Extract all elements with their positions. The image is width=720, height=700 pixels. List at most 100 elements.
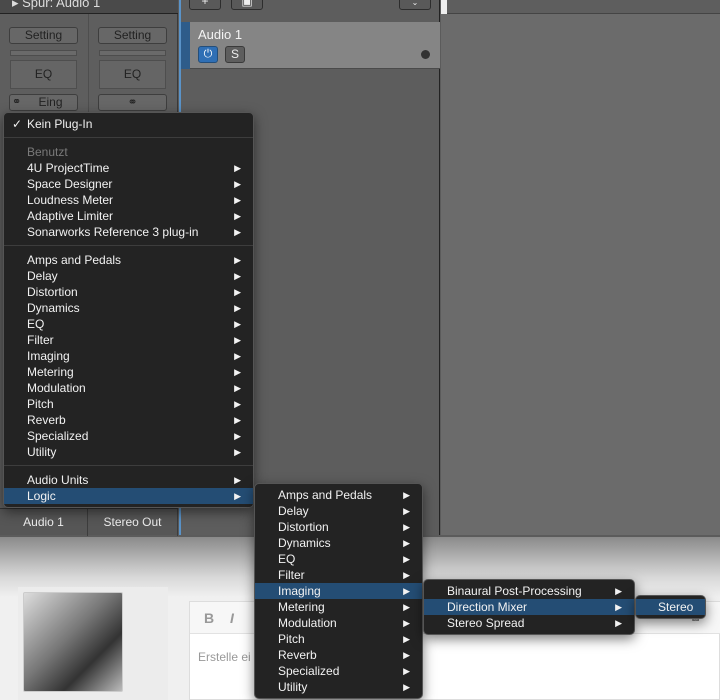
menu-item-pitch[interactable]: Pitch ▶ — [255, 631, 422, 647]
menu-item-modulation[interactable]: Modulation ▶ — [255, 615, 422, 631]
menu-item-label: Utility — [27, 445, 57, 459]
menu-item-eq[interactable]: EQ ▶ — [255, 551, 422, 567]
submenu-arrow-icon: ▶ — [234, 447, 241, 457]
gain-bar[interactable] — [99, 50, 166, 56]
menu-item-dynamics[interactable]: Dynamics ▶ — [4, 300, 253, 316]
submenu-arrow-icon: ▶ — [234, 367, 241, 377]
channel-strip-audio1: Setting EQ ⚭ Eing — [0, 14, 88, 114]
eq-button[interactable]: EQ — [10, 60, 77, 89]
menu-item-space-designer[interactable]: Space Designer ▶ — [4, 176, 253, 192]
solo-button[interactable]: S — [225, 46, 245, 63]
submenu-arrow-icon: ▶ — [403, 506, 410, 516]
bold-button[interactable]: B — [204, 610, 214, 626]
submenu-arrow-icon: ▶ — [403, 522, 410, 532]
submenu-arrow-icon: ▶ — [234, 399, 241, 409]
menu-item-imaging[interactable]: Imaging ▶ — [4, 348, 253, 364]
menu-item-distortion[interactable]: Distortion ▶ — [4, 284, 253, 300]
menu-item-label: Dynamics — [278, 536, 331, 550]
menu-item-label: Modulation — [278, 616, 337, 630]
menu-item-metering[interactable]: Metering ▶ — [255, 599, 422, 615]
menu-item-direction-mixer[interactable]: Direction Mixer ▶ — [424, 599, 634, 615]
menu-item-delay[interactable]: Delay ▶ — [4, 268, 253, 284]
menu-item-logic[interactable]: Logic ▶ — [4, 488, 253, 504]
menu-item-dynamics[interactable]: Dynamics ▶ — [255, 535, 422, 551]
submenu-arrow-icon: ▶ — [234, 195, 241, 205]
menu-item-label: Adaptive Limiter — [27, 209, 114, 223]
submenu-arrow-icon: ▶ — [403, 586, 410, 596]
menu-item-label: Delay — [278, 504, 309, 518]
menu-item-label: Amps and Pedals — [27, 253, 122, 267]
menu-item-imaging[interactable]: Imaging ▶ — [255, 583, 422, 599]
tab-stereo-out[interactable]: Stereo Out — [88, 509, 178, 536]
menu-item-label: Distortion — [278, 520, 329, 534]
menu-item-filter[interactable]: Filter ▶ — [4, 332, 253, 348]
menu-item-reverb[interactable]: Reverb ▶ — [4, 412, 253, 428]
separator — [4, 240, 253, 252]
menu-item-modulation[interactable]: Modulation ▶ — [4, 380, 253, 396]
imaging-submenu: Binaural Post-Processing ▶ Direction Mixer… — [423, 579, 635, 635]
menu-item-stereo-spread[interactable]: Stereo Spread ▶ — [424, 615, 634, 631]
inspector-header[interactable]: ▸ Spur: Audio 1 — [0, 0, 178, 14]
menu-item-4u-projecttime[interactable]: 4U ProjectTime ▶ — [4, 160, 253, 176]
setting-button[interactable]: Setting — [9, 27, 78, 44]
playhead-icon[interactable] — [441, 0, 447, 14]
input-button[interactable]: ⚭ — [98, 94, 167, 111]
submenu-arrow-icon: ▶ — [234, 211, 241, 221]
track-row[interactable]: Audio 1 ⏻ S — [181, 22, 440, 69]
add-track-button[interactable]: + — [189, 0, 221, 10]
menu-item-binaural-post-processing[interactable]: Binaural Post-Processing ▶ — [424, 583, 634, 599]
menu-item-pitch[interactable]: Pitch ▶ — [4, 396, 253, 412]
menu-item-delay[interactable]: Delay ▶ — [255, 503, 422, 519]
menu-item-label: Pitch — [278, 632, 305, 646]
gain-bar[interactable] — [10, 50, 77, 56]
track-name[interactable]: Audio 1 — [198, 27, 242, 42]
submenu-arrow-icon: ▶ — [403, 570, 410, 580]
track-options-button[interactable]: ⌄ — [399, 0, 431, 10]
submenu-arrow-icon: ▶ — [234, 271, 241, 281]
menu-item-utility[interactable]: Utility ▶ — [4, 444, 253, 460]
menu-item-adaptive-limiter[interactable]: Adaptive Limiter ▶ — [4, 208, 253, 224]
timeline[interactable] — [441, 0, 720, 535]
menu-item-label: Direction Mixer — [447, 600, 528, 614]
italic-button[interactable]: I — [230, 610, 234, 626]
submenu-arrow-icon: ▶ — [234, 287, 241, 297]
setting-button[interactable]: Setting — [98, 27, 167, 44]
plus-icon: + — [201, 0, 209, 8]
menu-item-loudness-meter[interactable]: Loudness Meter ▶ — [4, 192, 253, 208]
menu-item-label: Distortion — [27, 285, 78, 299]
ruler[interactable] — [441, 0, 720, 14]
submenu-arrow-icon: ▶ — [615, 602, 622, 612]
submenu-arrow-icon: ▶ — [234, 255, 241, 265]
menu-item-specialized[interactable]: Specialized ▶ — [4, 428, 253, 444]
menu-item-audio-units[interactable]: Audio Units ▶ — [4, 472, 253, 488]
menu-item-specialized[interactable]: Specialized ▶ — [255, 663, 422, 679]
submenu-arrow-icon: ▶ — [234, 303, 241, 313]
menu-item-no-plugin[interactable]: ✓ Kein Plug-In — [4, 116, 253, 132]
menu-item-stereo[interactable]: Stereo — [636, 599, 705, 615]
menu-item-eq[interactable]: EQ ▶ — [4, 316, 253, 332]
menu-item-label: Binaural Post-Processing — [447, 584, 582, 598]
menu-item-label: Pitch — [27, 397, 54, 411]
submenu-arrow-icon: ▶ — [615, 586, 622, 596]
submenu-arrow-icon: ▶ — [403, 538, 410, 548]
submenu-arrow-icon: ▶ — [234, 475, 241, 485]
menu-item-utility[interactable]: Utility ▶ — [255, 679, 422, 695]
input-button[interactable]: ⚭ Eing — [9, 94, 78, 111]
checkmark-icon: ✓ — [12, 117, 23, 131]
menu-item-sonarworks-reference-3-plug-in[interactable]: Sonarworks Reference 3 plug-in ▶ — [4, 224, 253, 240]
submenu-arrow-icon: ▶ — [403, 618, 410, 628]
editor-textarea[interactable]: Erstelle ei — [198, 650, 251, 664]
duplicate-icon: ▣ — [241, 0, 253, 8]
duplicate-track-button[interactable]: ▣ — [231, 0, 263, 10]
eq-button[interactable]: EQ — [99, 60, 166, 89]
menu-item-amps-and-pedals[interactable]: Amps and Pedals ▶ — [255, 487, 422, 503]
chevron-down-icon: ⌄ — [411, 0, 419, 7]
menu-item-filter[interactable]: Filter ▶ — [255, 567, 422, 583]
stereo-link-icon: ⚭ — [12, 96, 22, 108]
tab-audio1[interactable]: Audio 1 — [0, 509, 88, 536]
menu-item-reverb[interactable]: Reverb ▶ — [255, 647, 422, 663]
menu-item-amps-and-pedals[interactable]: Amps and Pedals ▶ — [4, 252, 253, 268]
menu-item-metering[interactable]: Metering ▶ — [4, 364, 253, 380]
power-button[interactable]: ⏻ — [198, 46, 218, 63]
menu-item-distortion[interactable]: Distortion ▶ — [255, 519, 422, 535]
